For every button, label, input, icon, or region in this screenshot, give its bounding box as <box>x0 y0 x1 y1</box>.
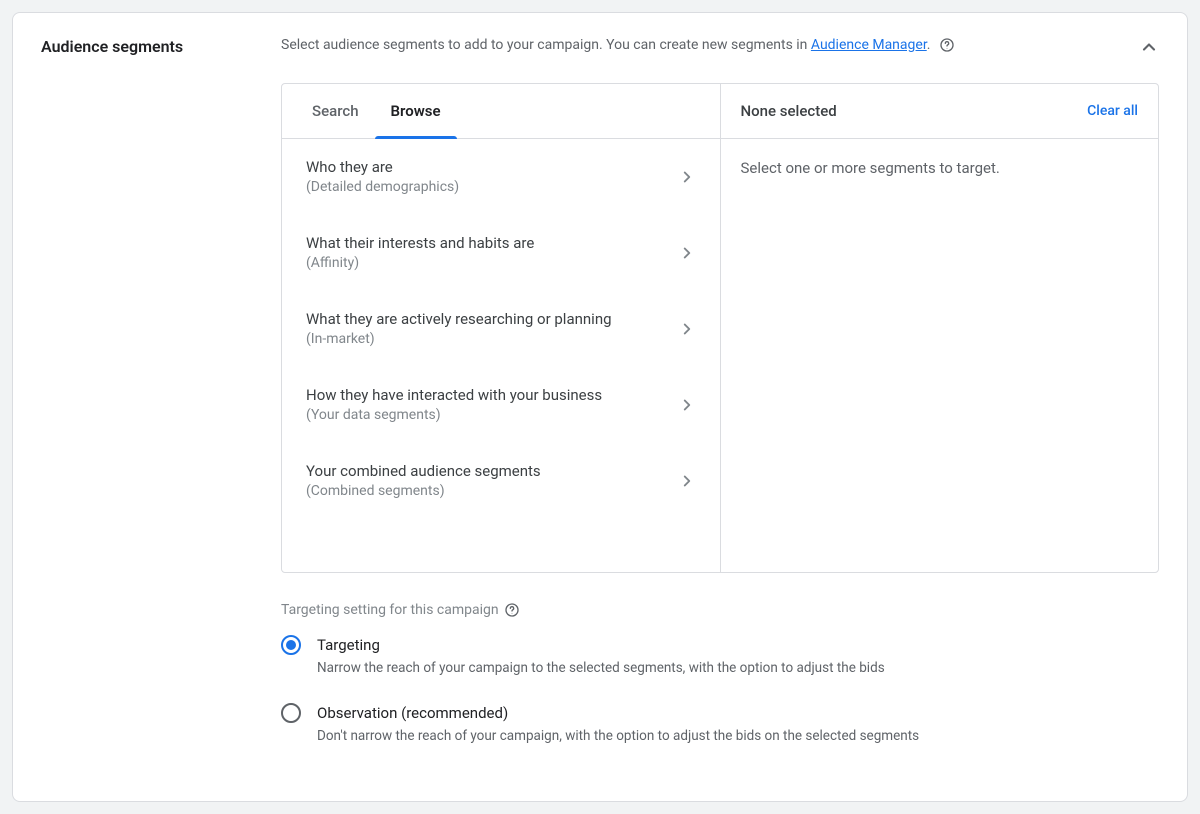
collapse-button[interactable] <box>1119 35 1159 57</box>
browse-item-title: What they are actively researching or pl… <box>306 309 668 329</box>
chevron-right-icon <box>678 244 696 262</box>
browse-item-subtitle: (Your data segments) <box>306 405 668 425</box>
help-icon[interactable] <box>503 601 521 619</box>
selected-empty-text: Select one or more segments to target. <box>721 139 1159 197</box>
browse-item-subtitle: (Detailed demographics) <box>306 177 668 197</box>
left-panel: Search Browse Who they are (Detailed dem… <box>282 84 721 572</box>
browse-item[interactable]: How they have interacted with your busin… <box>282 367 720 443</box>
browse-list: Who they are (Detailed demographics) Wha… <box>282 139 720 572</box>
chevron-up-icon <box>1139 37 1159 57</box>
tab-search[interactable]: Search <box>296 84 375 138</box>
tabs: Search Browse <box>282 84 720 139</box>
browse-item-subtitle: (In-market) <box>306 329 668 349</box>
audience-manager-link[interactable]: Audience Manager <box>811 37 927 53</box>
radio-button-icon <box>281 703 301 723</box>
browse-item[interactable]: Who they are (Detailed demographics) <box>282 139 720 215</box>
right-panel: None selected Clear all Select one or mo… <box>721 84 1159 572</box>
chevron-right-icon <box>678 168 696 186</box>
radio-button-icon <box>281 635 301 655</box>
chevron-right-icon <box>678 472 696 490</box>
radio-observation[interactable]: Observation (recommended) Don't narrow t… <box>281 703 1159 745</box>
browse-item-subtitle: (Affinity) <box>306 253 668 273</box>
browse-item[interactable]: Your combined audience segments (Combine… <box>282 443 720 519</box>
targeting-section: Targeting setting for this campaign Targ… <box>281 601 1159 745</box>
radio-targeting[interactable]: Targeting Narrow the reach of your campa… <box>281 635 1159 677</box>
browse-item-subtitle: (Combined segments) <box>306 481 668 501</box>
targeting-radio-group: Targeting Narrow the reach of your campa… <box>281 635 1159 745</box>
radio-description: Don't narrow the reach of your campaign,… <box>317 727 919 745</box>
browse-item[interactable]: What their interests and habits are (Aff… <box>282 215 720 291</box>
browse-item[interactable]: What they are actively researching or pl… <box>282 291 720 367</box>
browse-item-title: What their interests and habits are <box>306 233 668 253</box>
section-description: Select audience segments to add to your … <box>281 35 1119 55</box>
description-text: Select audience segments to add to your … <box>281 37 811 53</box>
selected-summary: None selected <box>741 102 837 120</box>
chevron-right-icon <box>678 396 696 414</box>
browse-item-title: How they have interacted with your busin… <box>306 385 668 405</box>
audience-segments-card: Audience segments Select audience segmen… <box>12 12 1188 802</box>
radio-description: Narrow the reach of your campaign to the… <box>317 659 885 677</box>
segment-picker: Search Browse Who they are (Detailed dem… <box>281 83 1159 573</box>
browse-item-title: Who they are <box>306 157 668 177</box>
section-title: Audience segments <box>41 35 281 56</box>
radio-label: Targeting <box>317 635 885 655</box>
help-icon[interactable] <box>938 36 956 54</box>
radio-label: Observation (recommended) <box>317 703 919 723</box>
browse-item-title: Your combined audience segments <box>306 461 668 481</box>
tab-browse[interactable]: Browse <box>375 84 457 138</box>
clear-all-button[interactable]: Clear all <box>1087 103 1138 119</box>
description-suffix: . <box>927 37 931 53</box>
chevron-right-icon <box>678 320 696 338</box>
targeting-heading: Targeting setting for this campaign <box>281 602 499 618</box>
